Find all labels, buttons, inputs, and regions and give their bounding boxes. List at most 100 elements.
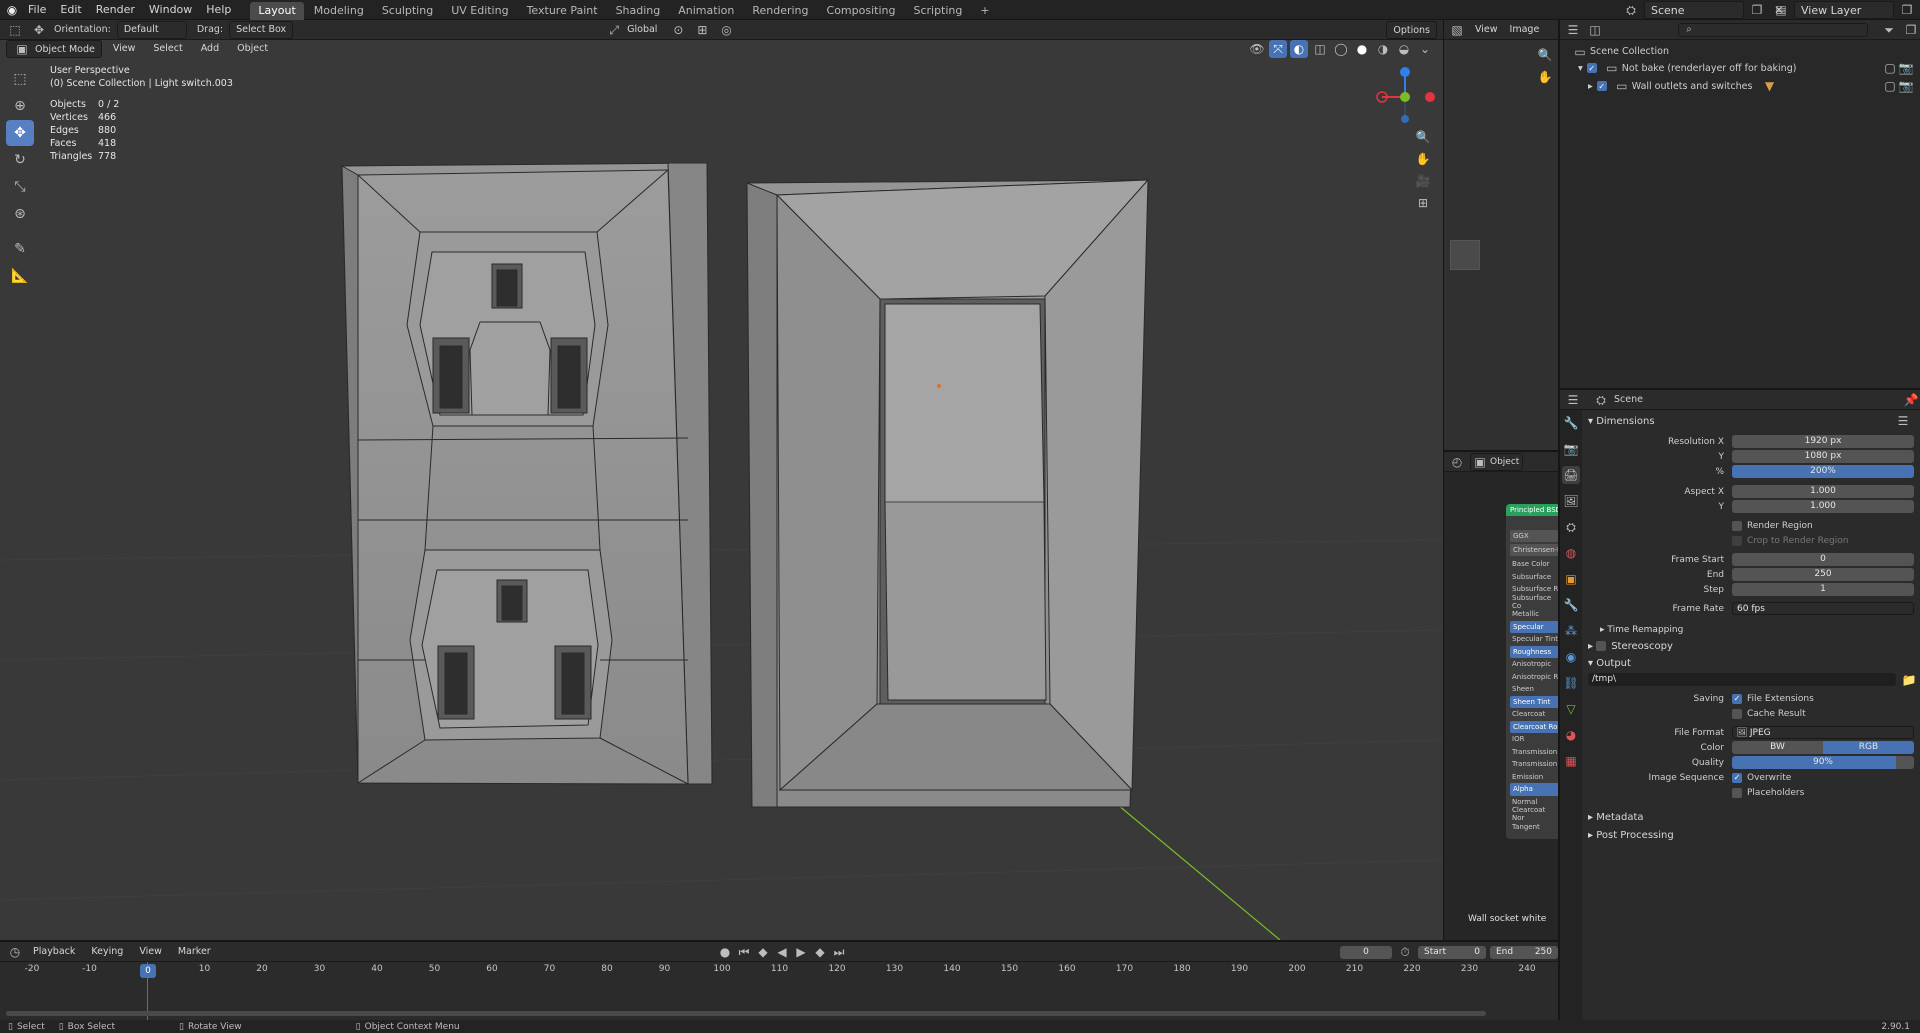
frame-start-field[interactable]: 0 [1732, 553, 1914, 566]
outliner-item[interactable]: ▸ ✓ ▭ Wall outlets and switches ▼ ▢ 📷 [1574, 77, 1920, 95]
placeholders-checkbox[interactable] [1732, 787, 1742, 798]
snap-icon[interactable]: ⊞ [693, 21, 711, 39]
select-box-tool[interactable]: ⬚ [6, 66, 34, 92]
node-socket[interactable]: IOR [1506, 733, 1559, 746]
select-toggle-icon[interactable]: ▢ [1884, 59, 1896, 77]
tab-sculpting[interactable]: Sculpting [374, 2, 441, 20]
viewport-menu-add[interactable]: Add [194, 39, 226, 59]
scale-tool[interactable]: ⤡ [6, 174, 34, 200]
exclude-checkbox[interactable]: ✓ [1596, 81, 1607, 91]
properties-editor[interactable]: ☰ ⛭ Scene 📌 🔧 📷 🖨 🖼 ⛭ ◍ ▣ 🔧 ⁂ ◉ ⛓ ▽ ◕ ▦ … [1558, 388, 1920, 1022]
tab-layout[interactable]: Layout [250, 1, 304, 20]
transform-gizmo-icon[interactable]: ✥ [30, 21, 48, 39]
transform-tool[interactable]: ⊛ [6, 201, 34, 227]
outliner-search-input[interactable]: ⌕ [1678, 22, 1868, 37]
overlay-toggle-icon[interactable]: ◐ [1290, 40, 1308, 58]
node-socket[interactable]: Subsurface [1506, 571, 1559, 584]
measure-tool[interactable]: 📐 [6, 263, 34, 289]
drag-dropdown[interactable]: Select Box [229, 20, 294, 39]
render-toggle-icon[interactable]: 📷 [1899, 77, 1914, 95]
output-tab-icon[interactable]: 🖨 [1562, 466, 1580, 484]
viewport-menu-select[interactable]: Select [146, 39, 189, 59]
wireframe-shading-icon[interactable]: ◯ [1332, 40, 1350, 58]
resolution-x-field[interactable]: 1920 px [1732, 435, 1914, 448]
view-layer-tab-icon[interactable]: 🖼 [1562, 492, 1580, 510]
color-rgb-button[interactable]: RGB [1823, 741, 1914, 754]
node-socket[interactable]: Transmission [1506, 758, 1559, 771]
tab-texture-paint[interactable]: Texture Paint [519, 2, 606, 20]
light-switch-mesh[interactable] [746, 178, 1150, 808]
add-workspace-button[interactable]: + [972, 2, 997, 20]
tab-animation[interactable]: Animation [670, 2, 742, 20]
frame-end-field[interactable]: 250 [1732, 568, 1914, 581]
ortho-grid-icon[interactable]: ⊞ [1414, 194, 1432, 212]
y-axis-handle[interactable] [1400, 92, 1410, 102]
node-socket[interactable]: Specular [1510, 620, 1559, 633]
filter-icon[interactable]: ⏷ [1880, 21, 1898, 39]
image-editor[interactable]: ▧ View Image 🔍 ✋ [1443, 20, 1558, 450]
select-toggle-icon[interactable]: ▢ [1884, 77, 1896, 95]
node-socket[interactable]: Anisotropic [1506, 658, 1559, 671]
blender-logo-icon[interactable]: ◉ [3, 1, 21, 19]
navigation-gizmo[interactable] [1370, 62, 1440, 132]
metadata-panel-header[interactable]: ▸ Metadata [1582, 808, 1920, 826]
scene-name-field[interactable]: Scene [1644, 1, 1744, 19]
resolution-y-field[interactable]: 1080 px [1732, 450, 1914, 463]
orientation-dropdown[interactable]: Default [116, 20, 187, 39]
node-socket[interactable]: Anisotropic R [1506, 671, 1559, 684]
view-layer-icon[interactable]: ▤ [1772, 1, 1790, 19]
tab-shading[interactable]: Shading [608, 2, 669, 20]
camera-view-icon[interactable]: 🎥 [1414, 172, 1432, 190]
scene-tab-icon[interactable]: ⛭ [1562, 518, 1580, 536]
new-view-layer-icon[interactable]: ❐ [1898, 1, 1916, 19]
timeline-ruler[interactable]: -20 -10 0 10 20 30 40 50 60 70 80 90 100 110 120 130 140… [0, 942, 1558, 1020]
object-tab-icon[interactable]: ▣ [1562, 570, 1580, 588]
wall-outlet-mesh[interactable] [341, 162, 713, 785]
particles-tab-icon[interactable]: ⁂ [1562, 622, 1580, 640]
cache-result-checkbox[interactable] [1732, 708, 1742, 719]
image-menu-view[interactable]: View [1472, 20, 1501, 40]
exclude-checkbox[interactable]: ✓ [1586, 63, 1597, 73]
proportional-edit-icon[interactable]: ◎ [717, 21, 735, 39]
render-tab-icon[interactable]: 📷 [1562, 440, 1580, 458]
solid-shading-icon[interactable]: ● [1353, 40, 1371, 58]
menu-edit[interactable]: Edit [53, 0, 88, 20]
image-editor-type-icon[interactable]: ▧ [1448, 21, 1466, 39]
viewport-menu-object[interactable]: Object [230, 39, 275, 59]
subsurface-method-dropdown[interactable]: Christensen-B [1510, 544, 1559, 556]
zoom-icon[interactable]: 🔍 [1414, 128, 1432, 146]
menu-render[interactable]: Render [89, 0, 142, 20]
menu-help[interactable]: Help [199, 0, 238, 20]
new-scene-icon[interactable]: ❐ [1748, 1, 1766, 19]
node-socket[interactable]: Alpha [1510, 783, 1559, 796]
aspect-x-field[interactable]: 1.000 [1732, 485, 1914, 498]
image-pan-icon[interactable]: ✋ [1536, 68, 1554, 86]
node-socket[interactable]: Clearcoat Nor [1506, 806, 1559, 822]
timeline-scrollbar[interactable] [6, 1011, 1486, 1016]
cursor-tool[interactable]: ⊕ [6, 93, 34, 119]
expand-arrow-icon[interactable]: ▾ [1578, 61, 1583, 76]
z-axis-handle[interactable] [1400, 67, 1410, 77]
frame-step-field[interactable]: 1 [1732, 583, 1914, 596]
viewport-canvas[interactable] [0, 20, 1443, 940]
distribution-dropdown[interactable]: GGX [1510, 530, 1559, 542]
node-editor-type-icon[interactable]: ◴ [1448, 453, 1466, 471]
material-shading-icon[interactable]: ◑ [1374, 40, 1392, 58]
node-socket[interactable]: Emission [1506, 771, 1559, 784]
xray-icon[interactable]: ◫ [1311, 40, 1329, 58]
node-socket[interactable]: Clearcoat [1506, 708, 1559, 721]
node-socket[interactable]: Roughness [1510, 645, 1559, 658]
data-tab-icon[interactable]: ▽ [1562, 700, 1580, 718]
physics-tab-icon[interactable]: ◉ [1562, 648, 1580, 666]
node-socket[interactable]: Base Color [1506, 558, 1559, 571]
options-button[interactable]: Options [1386, 21, 1437, 39]
stereoscopy-checkbox[interactable] [1596, 641, 1607, 651]
shader-node-editor[interactable]: ◴ ▣ Object Principled BSDF GGX Christense… [1443, 450, 1559, 940]
tool-tab-icon[interactable]: 🔧 [1562, 414, 1580, 432]
file-format-dropdown[interactable]: 🖼 JPEG [1732, 726, 1914, 739]
annotate-tool[interactable]: ✎ [6, 236, 34, 262]
node-socket[interactable]: Sheen Tint [1510, 695, 1559, 708]
output-panel-header[interactable]: ▾ Output [1582, 654, 1920, 672]
principled-bsdf-node[interactable]: Principled BSDF GGX Christensen-B Base C… [1506, 504, 1559, 839]
presets-icon[interactable]: ☰ [1894, 412, 1912, 430]
